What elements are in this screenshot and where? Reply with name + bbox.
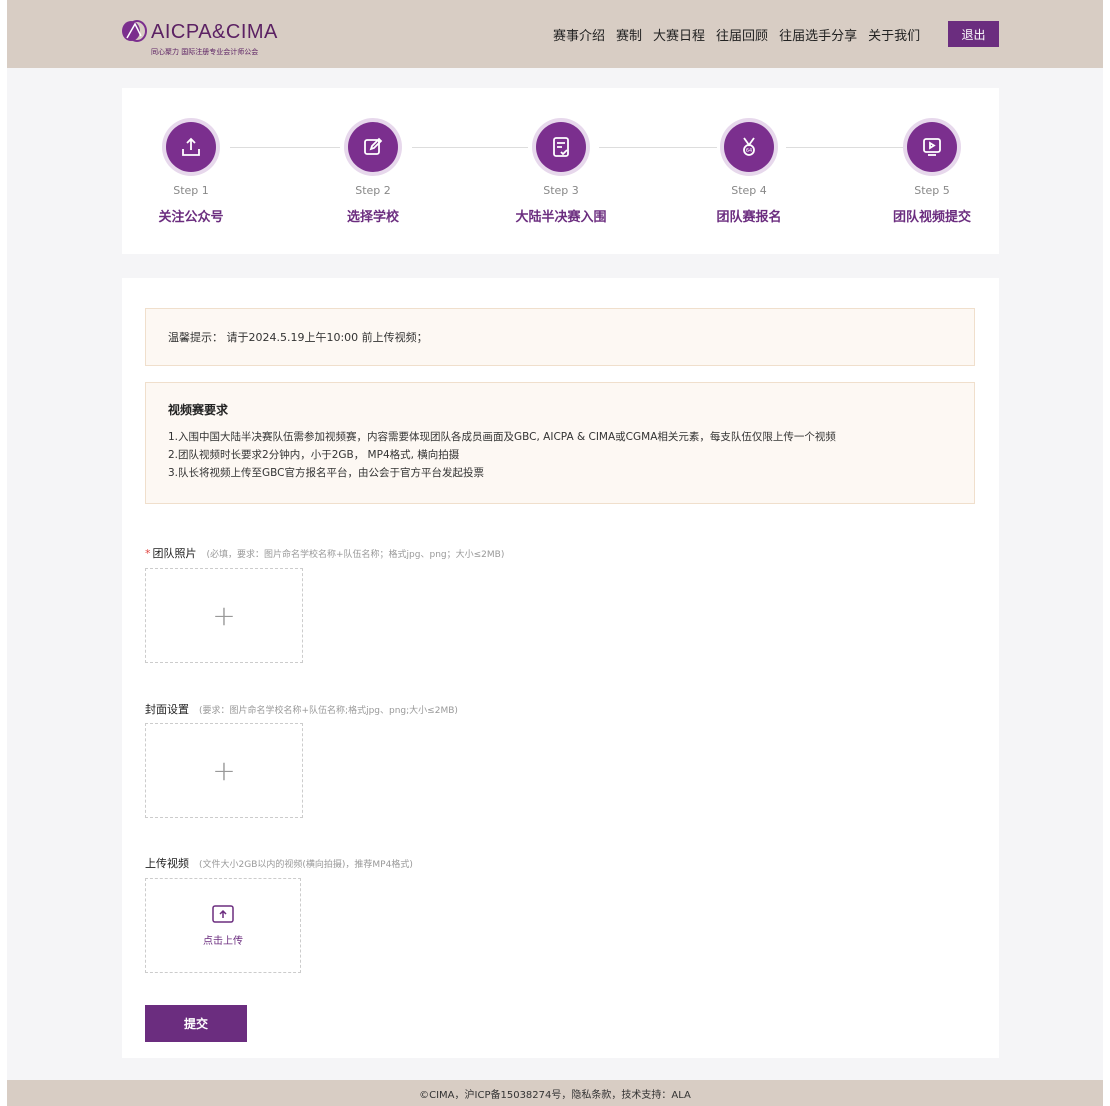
video-hint: (文件大小2GB以内的视频(横向拍摄)，推荐MP4格式) [199, 860, 413, 870]
step-number: Step 3 [543, 184, 579, 197]
step-connector [230, 147, 340, 148]
svg-text:64: 64 [746, 148, 752, 154]
steps-progress: Step 1 关注公众号 Step 2 选择学校 Step 3 大陆半决赛入围 … [122, 88, 999, 254]
requirements-title: 视频赛要求 [168, 403, 229, 417]
plus-icon: + [212, 753, 236, 787]
footer: ©CIMA，沪ICP备15038274号，隐私条款，技术支持：ALA [7, 1080, 1103, 1106]
notice-banner: 温馨提示： 请于2024.5.19上午10:00 前上传视频； [145, 308, 975, 366]
checklist-icon [536, 122, 586, 172]
requirement-line: 1.入围中国大陆半决赛队伍需参加视频赛，内容需要体现团队各成员画面及GBC, A… [168, 431, 836, 443]
header: AICPA&CIMA 同心聚力 国际注册专业会计师公会 赛事介绍 赛制 大赛日程… [7, 0, 1103, 68]
team-photo-upload[interactable]: + [145, 568, 303, 663]
step-number: Step 2 [355, 184, 391, 197]
nav-item-sharing[interactable]: 往届选手分享 [779, 25, 857, 44]
upload-text: 点击上传 [203, 936, 243, 947]
step-title: 团队赛报名 [716, 210, 782, 225]
video-upload[interactable]: 点击上传 [145, 878, 301, 973]
step-connector [599, 147, 717, 148]
nav-item-format[interactable]: 赛制 [616, 25, 642, 44]
cover-label: 封面设置 (要求：图片命名学校名称+队伍名称;格式jpg、png;大小≤2MB) [145, 701, 458, 717]
upload-icon [166, 122, 216, 172]
logo-text: AICPA&CIMA [151, 21, 278, 43]
step-number: Step 5 [914, 184, 950, 197]
step-title: 团队视频提交 [892, 210, 972, 225]
step-title: 关注公众号 [158, 210, 224, 225]
step-connector [786, 147, 904, 148]
video-icon [907, 122, 957, 172]
submit-button[interactable]: 提交 [145, 1005, 247, 1042]
logout-button[interactable]: 退出 [948, 21, 999, 47]
plus-icon: + [212, 598, 236, 632]
nav-item-about[interactable]: 关于我们 [868, 25, 920, 44]
cover-upload[interactable]: + [145, 723, 303, 818]
nav-item-review[interactable]: 往届回顾 [716, 25, 768, 44]
cover-label-text: 封面设置 [145, 703, 189, 716]
logo-subtitle: 同心聚力 国际注册专业会计师公会 [151, 48, 259, 56]
logo[interactable]: AICPA&CIMA 同心聚力 国际注册专业会计师公会 [121, 14, 301, 56]
step-title: 选择学校 [346, 210, 400, 225]
submission-form: 温馨提示： 请于2024.5.19上午10:00 前上传视频； 视频赛要求 1.… [122, 278, 999, 1058]
logo-mark-icon [122, 20, 147, 42]
cover-hint: (要求：图片命名学校名称+队伍名称;格式jpg、png;大小≤2MB) [199, 706, 458, 716]
requirement-line: 2.团队视频时长要求2分钟内，小于2GB， MP4格式, 横向拍摄 [168, 449, 460, 461]
requirements-box: 视频赛要求 1.入围中国大陆半决赛队伍需参加视频赛，内容需要体现团队各成员画面及… [145, 382, 975, 504]
step-number: Step 1 [173, 184, 209, 197]
step-number: Step 4 [731, 184, 767, 197]
nav-item-intro[interactable]: 赛事介绍 [553, 25, 605, 44]
required-mark: * [145, 547, 151, 560]
nav-item-schedule[interactable]: 大赛日程 [653, 25, 705, 44]
upload-icon [212, 905, 234, 923]
page-frame: AICPA&CIMA 同心聚力 国际注册专业会计师公会 赛事介绍 赛制 大赛日程… [7, 0, 1103, 1106]
team-photo-label-text: 团队照片 [152, 547, 197, 560]
medal-icon: 64 [724, 122, 774, 172]
video-label: 上传视频 (文件大小2GB以内的视频(横向拍摄)，推荐MP4格式) [145, 855, 413, 871]
edit-icon [348, 122, 398, 172]
step-connector [412, 147, 528, 148]
requirement-line: 3.队长将视频上传至GBC官方报名平台，由公会于官方平台发起投票 [168, 467, 485, 479]
team-photo-hint: (必填，要求：图片命名学校名称+队伍名称；格式jpg、png；大小≤2MB) [206, 550, 505, 560]
team-photo-label: * 团队照片 (必填，要求：图片命名学校名称+队伍名称；格式jpg、png；大小≤2… [145, 545, 504, 561]
step-title: 大陆半决赛入围 [515, 210, 607, 225]
main-nav: 赛事介绍 赛制 大赛日程 往届回顾 往届选手分享 关于我们 [553, 25, 931, 44]
video-label-text: 上传视频 [145, 857, 189, 870]
